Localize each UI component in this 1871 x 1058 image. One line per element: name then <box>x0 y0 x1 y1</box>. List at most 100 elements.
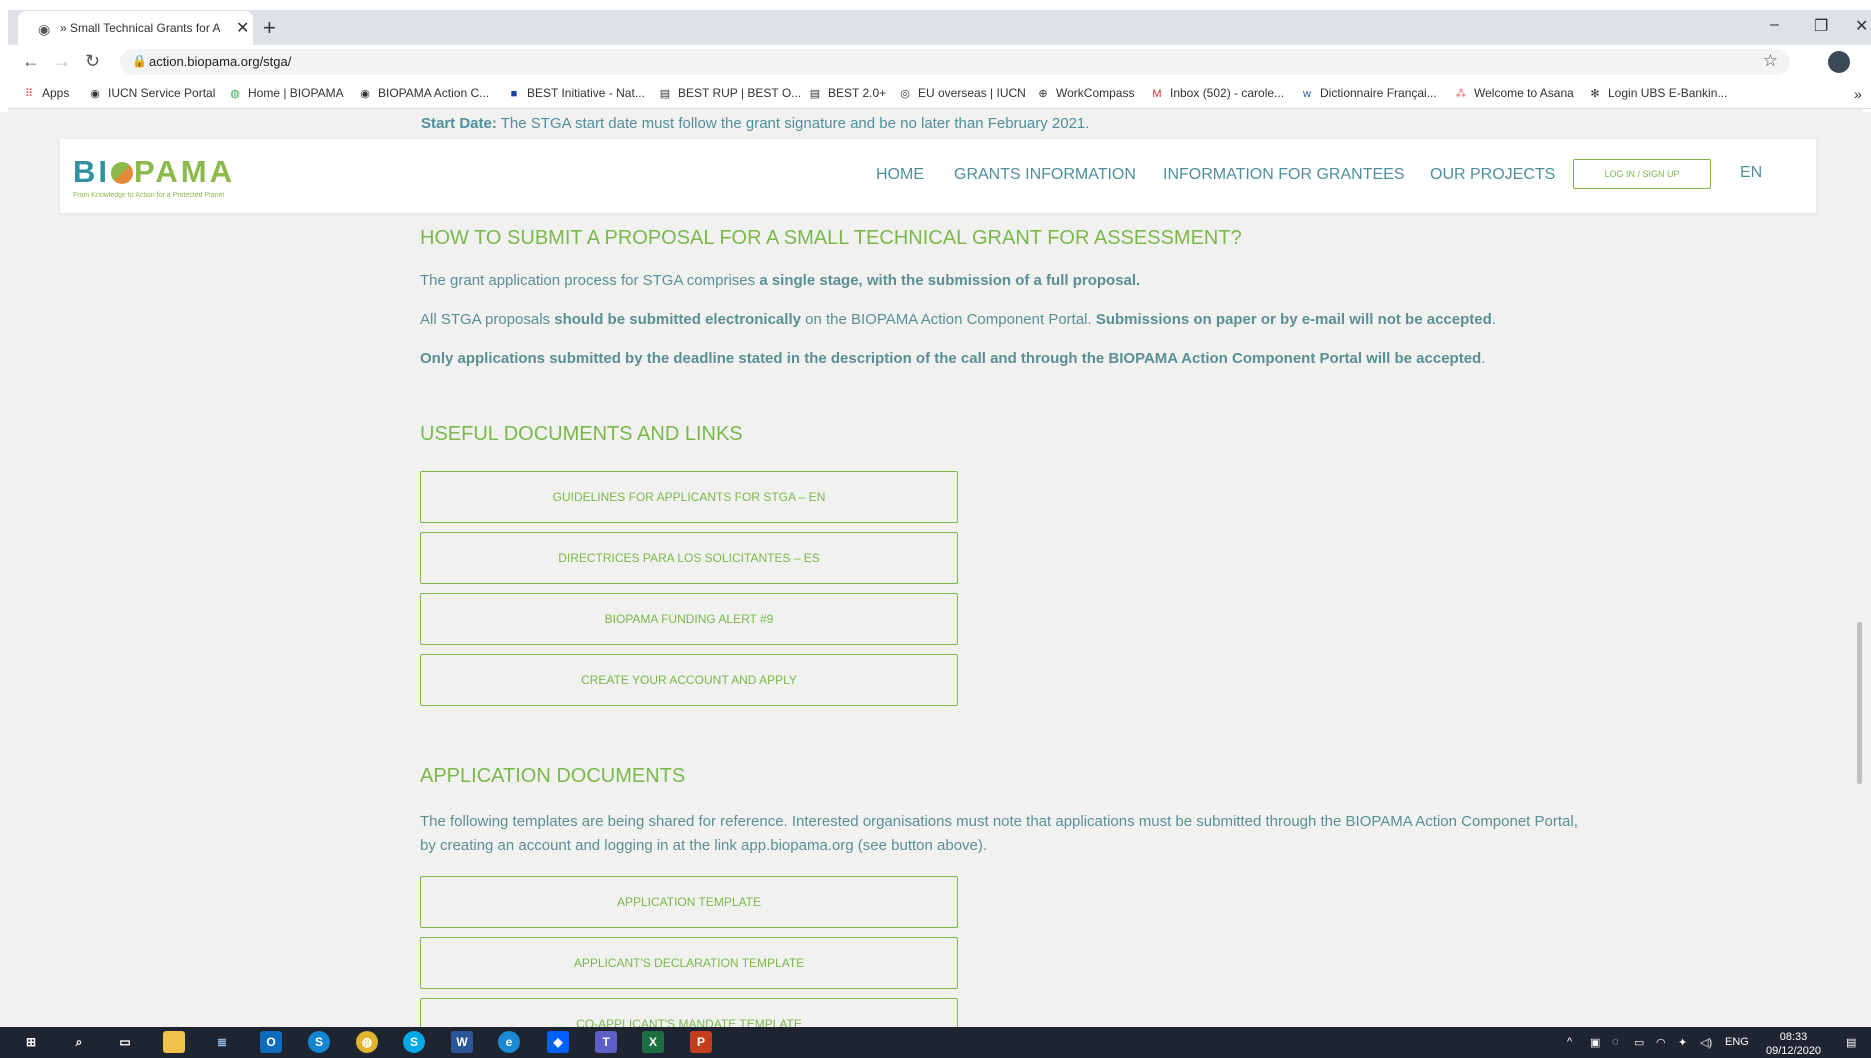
site-header: BI PAMA From Knowledge to Action for a Pr… <box>60 139 1816 213</box>
new-tab-icon[interactable]: + <box>263 15 276 41</box>
mandate-template-button[interactable]: CO-APPLICANT'S MANDATE TEMPLATE <box>420 998 958 1027</box>
windows-start-icon[interactable]: ⊞ <box>20 1031 42 1053</box>
bookmark-item[interactable]: ▤ BEST 2.0+ <box>808 86 886 100</box>
back-icon[interactable]: ← <box>22 51 40 72</box>
battery-icon[interactable]: ▭ <box>1634 1036 1644 1049</box>
gmail-icon: M <box>1152 88 1162 100</box>
bookmark-item[interactable]: ⁂ Welcome to Asana <box>1454 86 1574 100</box>
skype-business-icon[interactable]: S <box>308 1031 330 1053</box>
bookmark-item[interactable]: ■ BEST Initiative - Nat... <box>507 86 645 100</box>
volume-icon[interactable]: ◁) <box>1700 1036 1712 1049</box>
bookmark-item[interactable]: ◍ Home | BIOPAMA <box>228 86 343 100</box>
edge-icon[interactable]: e <box>498 1031 520 1053</box>
close-tab-icon[interactable]: ✕ <box>236 18 249 38</box>
create-account-button[interactable]: CREATE YOUR ACCOUNT AND APPLY <box>420 654 958 706</box>
bookmark-item[interactable]: ◉ BIOPAMA Action C... <box>358 86 489 100</box>
bookmarks-bar: ⠿ Apps ◉ IUCN Service Portal ◍ Home | BIOPA… <box>8 80 1871 109</box>
tray-outlook-icon[interactable]: ▣ <box>1590 1036 1600 1049</box>
more-bookmarks-icon[interactable]: » <box>1854 86 1862 102</box>
outlook-icon[interactable]: O <box>260 1031 282 1053</box>
lock-icon: 🔒 <box>132 54 147 68</box>
bookmark-item[interactable]: ⠿ Apps <box>22 86 69 100</box>
electronic-submission-paragraph: All STGA proposals should be submitted e… <box>420 311 1496 328</box>
deadline-paragraph: Only applications submitted by the deadl… <box>420 350 1486 367</box>
bookmark-item[interactable]: ▤ BEST RUP | BEST O... <box>658 86 801 100</box>
globe-icon: ◉ <box>38 21 51 37</box>
page-scrollbar[interactable] <box>1855 109 1863 1027</box>
workcompass-icon: ⊕ <box>1038 88 1048 100</box>
minimize-icon[interactable]: – <box>1770 16 1779 34</box>
bookmark-item[interactable]: M Inbox (502) - carole... <box>1150 86 1284 100</box>
start-date-text: Start Date: The STGA start date must fol… <box>421 115 1090 132</box>
search-icon[interactable]: ⌕ <box>68 1031 90 1053</box>
chrome-icon[interactable]: ◍ <box>356 1031 378 1053</box>
bookmark-item[interactable]: w Dictionnaire Françai... <box>1300 86 1437 100</box>
wordreference-icon: w <box>1303 88 1311 100</box>
nav-grants-information[interactable]: GRANTS INFORMATION <box>954 166 1136 184</box>
notifications-icon[interactable]: ▤ <box>1846 1036 1856 1049</box>
best-icon: ▤ <box>809 88 821 100</box>
dropbox-icon[interactable]: ◆ <box>547 1031 569 1053</box>
iucn-icon: ◎ <box>900 88 910 100</box>
reload-icon[interactable]: ↻ <box>85 51 100 72</box>
apps-grid-icon: ⠿ <box>24 88 34 100</box>
network-icon[interactable]: ✦ <box>1678 1036 1687 1049</box>
how-to-heading: HOW TO SUBMIT A PROPOSAL FOR A SMALL TEC… <box>420 227 1242 249</box>
bookmark-item[interactable]: ⊕ WorkCompass <box>1036 86 1134 100</box>
system-clock[interactable]: 08:33 09/12/2020 <box>1766 1030 1821 1058</box>
address-row: ← → ↻ 🔒 action.biopama.org/stga/ ☆ ⋮ <box>8 46 1871 78</box>
bookmark-star-icon[interactable]: ☆ <box>1763 51 1778 71</box>
nav-information-for-grantees[interactable]: INFORMATION FOR GRANTEES <box>1163 166 1404 184</box>
powerpoint-icon[interactable]: P <box>690 1031 712 1053</box>
wifi-icon[interactable]: ◠ <box>1656 1036 1666 1049</box>
windows-taskbar: ⊞ ⌕ ▭ ≣ O S ◍ S W e ◆ T X P ^ ▣ ◌ ▭ ◠ ✦ … <box>0 1027 1871 1058</box>
bookmark-item[interactable]: ◉ IUCN Service Portal <box>88 86 215 100</box>
url-text: action.biopama.org/stga/ <box>149 54 292 69</box>
task-view-icon[interactable]: ▭ <box>114 1031 136 1053</box>
forward-icon[interactable]: → <box>53 51 71 72</box>
file-explorer-icon[interactable] <box>163 1031 185 1053</box>
ubs-icon: ✻ <box>1590 88 1600 100</box>
excel-icon[interactable]: X <box>642 1031 664 1053</box>
nav-home[interactable]: HOME <box>876 166 924 184</box>
language-selector[interactable]: EN <box>1740 164 1762 182</box>
more-menu-icon[interactable]: ⋮ <box>1864 50 1871 70</box>
word-icon[interactable]: W <box>451 1031 473 1053</box>
application-template-button[interactable]: APPLICATION TEMPLATE <box>420 876 958 928</box>
profile-avatar[interactable] <box>1828 51 1850 73</box>
guidelines-en-button[interactable]: GUIDELINES FOR APPLICANTS FOR STGA – EN <box>420 471 958 523</box>
logo-tagline: From Knowledge to Action for a Protected… <box>73 192 225 199</box>
chrome-icon: ◍ <box>230 88 240 100</box>
templates-paragraph: The following templates are being shared… <box>420 813 1578 854</box>
bookmark-item[interactable]: ✻ Login UBS E-Bankin... <box>1588 86 1727 100</box>
browser-chrome: ◉ » Small Technical Grants for Asse ✕ + … <box>0 0 1871 112</box>
tray-skype-icon[interactable]: ◌ <box>1612 1036 1619 1048</box>
browser-tab[interactable]: ◉ » Small Technical Grants for Asse ✕ <box>18 11 253 45</box>
scrollbar-thumb[interactable] <box>1857 622 1862 784</box>
process-paragraph: The grant application process for STGA c… <box>420 272 1141 289</box>
funding-alert-button[interactable]: BIOPAMA FUNDING ALERT #9 <box>420 593 958 645</box>
network-app-icon[interactable]: ≣ <box>211 1031 233 1053</box>
asana-icon: ⁂ <box>1455 88 1467 100</box>
globe-icon: ◉ <box>360 88 370 100</box>
directrices-es-button[interactable]: DIRECTRICES PARA LOS SOLICITANTES – ES <box>420 532 958 584</box>
tray-chevron-icon[interactable]: ^ <box>1567 1036 1572 1048</box>
login-signup-button[interactable]: LOG IN / SIGN UP <box>1573 159 1711 189</box>
logo-globe-icon <box>111 162 133 184</box>
biopama-logo[interactable]: BI PAMA From Knowledge to Action for a Pr… <box>73 154 235 199</box>
web-page: Start Date: The STGA start date must fol… <box>8 109 1863 1027</box>
tab-strip: ◉ » Small Technical Grants for Asse ✕ + … <box>8 10 1871 45</box>
logo-word: BI PAMA <box>73 154 235 189</box>
nav-our-projects[interactable]: OUR PROJECTS <box>1430 166 1555 184</box>
input-language[interactable]: ENG <box>1725 1036 1749 1048</box>
declaration-template-button[interactable]: APPLICANT'S DECLARATION TEMPLATE <box>420 937 958 989</box>
teams-icon[interactable]: T <box>595 1031 617 1053</box>
useful-documents-heading: USEFUL DOCUMENTS AND LINKS <box>420 423 743 445</box>
bookmark-item[interactable]: ◎ EU overseas | IUCN <box>898 86 1026 100</box>
close-window-icon[interactable]: ✕ <box>1855 16 1868 36</box>
restore-icon[interactable]: ❐ <box>1814 16 1828 36</box>
eu-flag-icon: ■ <box>510 88 518 100</box>
address-bar[interactable]: 🔒 action.biopama.org/stga/ ☆ <box>120 49 1790 75</box>
skype-icon[interactable]: S <box>403 1031 425 1053</box>
application-documents-heading: APPLICATION DOCUMENTS <box>420 765 686 787</box>
